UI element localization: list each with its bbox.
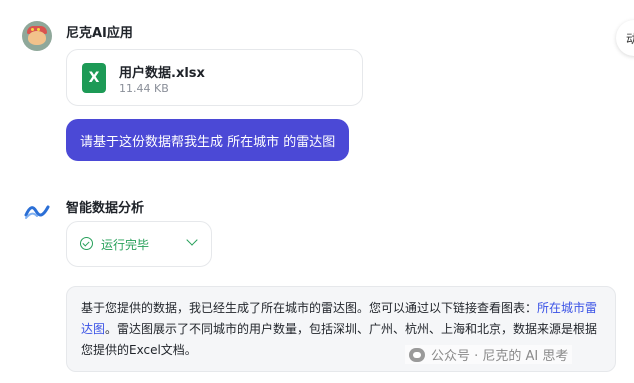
user-sender-name: 尼克AI应用 bbox=[66, 26, 133, 41]
side-button-label: 动 bbox=[626, 32, 634, 46]
ai-wave-logo-icon bbox=[23, 197, 51, 225]
watermark-text: 公众号 · 尼克的 AI 思考 bbox=[431, 349, 569, 364]
answer-text-before-link: 基于您提供的数据，我已经生成了所在城市的雷达图。您可以通过以下链接查看图表： bbox=[81, 301, 538, 315]
ai-sender-name: 智能数据分析 bbox=[66, 201, 145, 216]
watermark: 公众号 · 尼克的 AI 思考 bbox=[405, 345, 573, 364]
user-message-bubble: 请基于这份数据帮我生成 所在城市 的雷达图 bbox=[66, 119, 350, 161]
avatar-face bbox=[28, 31, 46, 45]
file-name: 用户数据.xlsx bbox=[119, 66, 205, 81]
check-circle-icon bbox=[80, 237, 93, 250]
side-floating-button[interactable]: 动 bbox=[616, 20, 634, 56]
chevron-down-icon[interactable] bbox=[186, 234, 198, 246]
excel-file-icon: X bbox=[82, 63, 106, 93]
run-status-dropdown[interactable]: 运行完毕 bbox=[66, 221, 212, 267]
wechat-icon bbox=[409, 347, 425, 362]
file-size: 11.44 KB bbox=[119, 82, 169, 95]
run-status-label: 运行完毕 bbox=[101, 238, 150, 252]
file-attachment-card[interactable]: X 用户数据.xlsx 11.44 KB bbox=[66, 49, 363, 106]
user-avatar bbox=[22, 21, 52, 51]
